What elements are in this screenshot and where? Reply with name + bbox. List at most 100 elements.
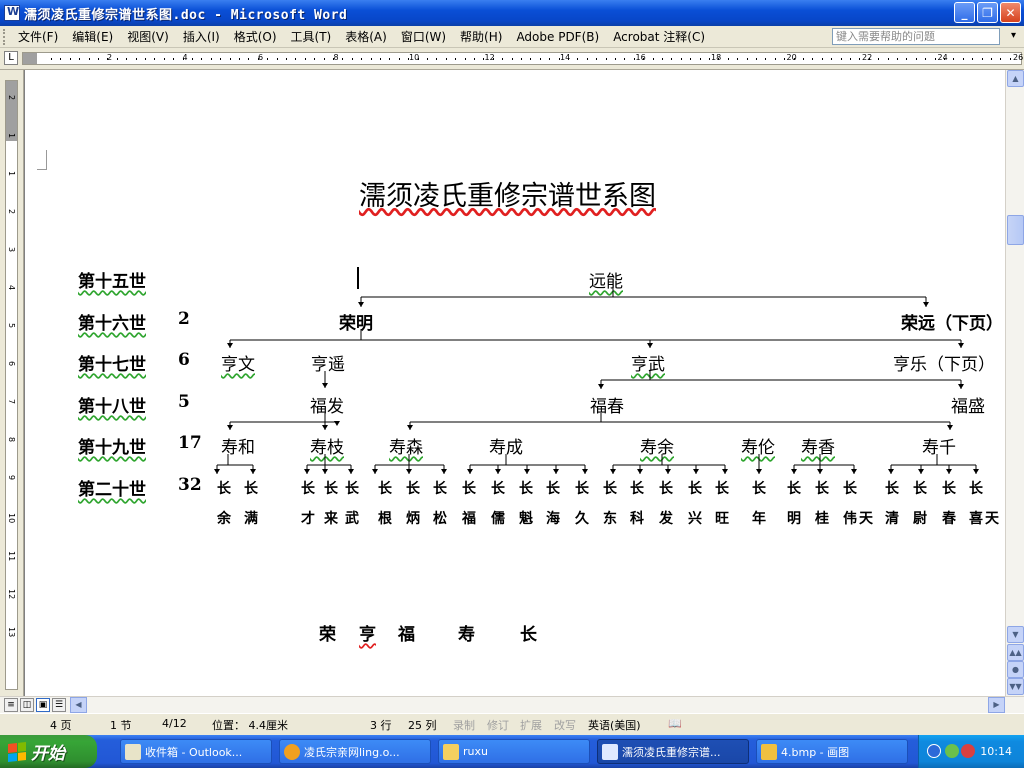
ruler-tick [361, 58, 363, 60]
menu-format[interactable]: 格式(O) [227, 28, 284, 45]
generation-20-prefix: 长 [244, 481, 258, 497]
menu-help[interactable]: 帮助(H) [453, 28, 509, 45]
menu-window[interactable]: 窗口(W) [394, 28, 453, 45]
ruler-tick [850, 58, 851, 60]
horizontal-scrollbar-row: ≡ ◫ ▣ ☰ ◀ ▶ [0, 696, 1024, 713]
help-search-input[interactable]: 键入需要帮助的问题 [832, 28, 1000, 45]
menu-edit[interactable]: 编辑(E) [65, 28, 120, 45]
ruler-tick [445, 58, 447, 60]
ruler-tick [51, 58, 52, 60]
word-app-icon[interactable] [4, 5, 20, 21]
ruler-strip[interactable]: 2 4 6 8 10 12 14 16 18 20 22 24 26 [22, 52, 1024, 65]
ruler-tick [558, 58, 560, 60]
paint-icon [761, 743, 777, 760]
ruler-tick [474, 58, 475, 60]
scroll-left-button[interactable]: ◀ [70, 697, 87, 713]
tray-network-icon[interactable] [945, 744, 959, 758]
tray-security-icon[interactable] [961, 744, 975, 758]
person-shoulun: 寿伦 [741, 433, 775, 458]
menu-file[interactable]: 文件(F) [11, 28, 65, 45]
menu-acrobat-comments[interactable]: Acrobat 注释(C) [606, 28, 712, 45]
ruler-tick [135, 58, 137, 60]
taskbar-browser-button[interactable]: 凌氏宗亲网ling.o... [279, 739, 431, 764]
tree-arrow [406, 469, 412, 474]
status-record[interactable]: 录制 [453, 717, 475, 733]
title-bar[interactable]: 濡须凌氏重修宗谱世系图.doc - Microsoft Word _ ❐ ✕ [0, 0, 1024, 26]
person-shoulun-name: 寿伦 [741, 438, 775, 458]
web-layout-view-button[interactable]: ◫ [20, 698, 34, 712]
vertical-ruler-number: 2 [7, 95, 16, 101]
next-page-button[interactable]: ▼▼ [1007, 678, 1024, 695]
ruler-tick [568, 58, 569, 60]
toolbar-grip[interactable] [3, 28, 7, 45]
person-rongming: 荣明 [339, 314, 373, 334]
select-browse-object-button[interactable]: ● [1007, 661, 1024, 678]
ruler-tick [239, 58, 240, 60]
scroll-up-button[interactable]: ▲ [1007, 70, 1024, 87]
taskbar-outlook-button[interactable]: 收件箱 - Outlook... [120, 739, 272, 764]
menu-tools[interactable]: 工具(T) [284, 28, 339, 45]
tree-arrow [441, 469, 447, 474]
ruler-tick [380, 58, 381, 60]
restore-button[interactable]: ❐ [977, 2, 998, 23]
footer-char-heng: 亨 [359, 620, 376, 645]
close-button[interactable]: ✕ [1000, 2, 1021, 23]
menu-table[interactable]: 表格(A) [338, 28, 394, 45]
tree-arrow [851, 469, 857, 474]
status-language[interactable]: 英语(美国) [588, 717, 641, 733]
taskbar-paint-label: 4.bmp - 画图 [781, 745, 850, 759]
prev-page-button[interactable]: ▲▲ [1007, 644, 1024, 661]
tree-arrow [322, 425, 328, 430]
scroll-thumb[interactable] [1007, 215, 1024, 245]
vertical-scrollbar[interactable]: ▲ ▼ ▲▲ ● ▼▼ [1005, 70, 1024, 696]
tray-chevron-icon[interactable] [927, 744, 941, 758]
generation-20-name: 福 [462, 511, 476, 527]
status-extend[interactable]: 扩展 [520, 717, 542, 733]
vertical-ruler[interactable]: 2 1 1 2 3 4 5 6 7 8 9 10 11 12 13 [0, 70, 24, 696]
person-shousen: 寿森 [389, 433, 423, 458]
generation-20-prefix: 长 [913, 481, 927, 497]
menu-view[interactable]: 视图(V) [120, 28, 176, 45]
scroll-right-button[interactable]: ▶ [988, 697, 1005, 713]
ruler-tick [417, 58, 419, 60]
generation-20-name: 儒 [491, 511, 505, 527]
generation-count-19: 17 [178, 433, 202, 453]
start-button[interactable]: 开始 [0, 735, 97, 768]
taskbar-paint-button[interactable]: 4.bmp - 画图 [756, 739, 908, 764]
taskbar-word-button[interactable]: 濡须凌氏重修宗谱... [597, 739, 749, 764]
ruler-tick [60, 58, 62, 60]
person-hengle: 亨乐（下页） [893, 355, 995, 375]
generation-20-prefix: 长 [815, 481, 829, 497]
spelling-status-icon[interactable]: 📖 [668, 717, 682, 730]
ruler-tick [962, 58, 964, 60]
clock[interactable]: 10:14 [980, 745, 1012, 758]
person-hengwen-name: 亨文 [221, 355, 255, 375]
horizontal-ruler[interactable]: L 2 4 6 8 10 12 14 16 18 20 22 24 26 [0, 48, 1024, 70]
status-overtype[interactable]: 改写 [554, 717, 576, 733]
menu-adobe-pdf[interactable]: Adobe PDF(B) [509, 30, 606, 44]
minimize-button[interactable]: _ [954, 2, 975, 23]
ruler-tick [765, 58, 767, 60]
document-page[interactable]: 濡须凌氏重修宗谱世系图 第十五世 第十六世 2 第十七世 6 第十八世 5 第十… [25, 70, 1005, 696]
ruler-tick [1009, 58, 1011, 60]
ruler-tick [286, 58, 287, 60]
generation-20-name: 春 [942, 511, 956, 527]
help-dropdown-arrow-icon[interactable]: ▾ [1011, 30, 1016, 41]
ruler-tick [295, 58, 297, 60]
generation-20-name: 东 [603, 511, 617, 527]
tab-selector[interactable]: L [4, 51, 18, 65]
status-track-changes[interactable]: 修订 [487, 717, 509, 733]
menu-insert[interactable]: 插入(I) [176, 28, 227, 45]
normal-view-button[interactable]: ≡ [4, 698, 18, 712]
generation-20-name: 明 [787, 511, 801, 527]
scroll-down-button[interactable]: ▼ [1007, 626, 1024, 643]
generation-20-prefix: 长 [885, 481, 899, 497]
outline-view-button[interactable]: ☰ [52, 698, 66, 712]
taskbar-folder-button[interactable]: ruxu [438, 739, 590, 764]
generation-20-prefix: 长 [546, 481, 560, 497]
ruler-tick [276, 58, 278, 60]
ruler-number: 26 [1013, 53, 1024, 62]
vertical-ruler-strip[interactable]: 2 1 1 2 3 4 5 6 7 8 9 10 11 12 13 [5, 80, 18, 690]
print-layout-view-button[interactable]: ▣ [36, 698, 50, 712]
ruler-tick [887, 58, 889, 60]
